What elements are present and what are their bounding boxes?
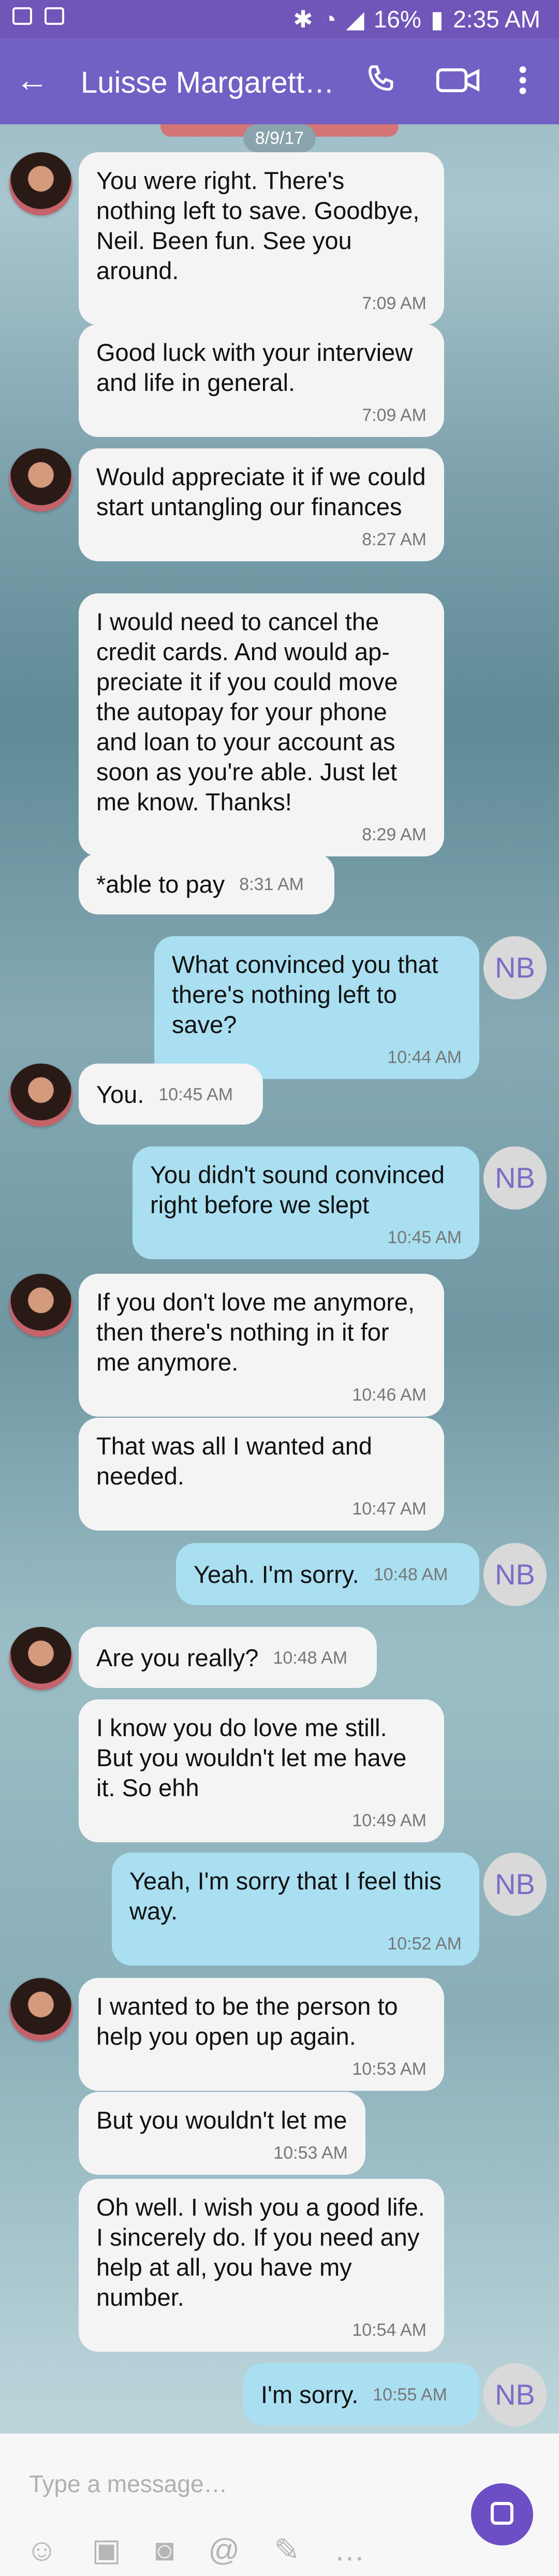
message-time: 7:09 AM <box>362 294 426 313</box>
doodle-icon[interactable]: ✎ <box>274 2532 300 2568</box>
mention-icon[interactable]: @ <box>208 2532 240 2568</box>
message-text: You. <box>96 1081 144 1108</box>
message-text: Yeah. I'm sorry. <box>194 1561 359 1588</box>
camera-icon[interactable]: ◙ <box>155 2532 174 2568</box>
message-text: Would appreciate it if we could start un… <box>96 463 426 520</box>
message-text: I would need to cancel the credit cards.… <box>96 608 398 816</box>
contact-avatar[interactable] <box>9 152 72 215</box>
message-bubble-incoming[interactable]: That was all I wanted and needed. 10:47 … <box>79 1418 444 1531</box>
gallery-notification-icon <box>12 7 32 25</box>
message-input[interactable]: Type a message… <box>29 2470 228 2498</box>
message-time: 10:48 AM <box>373 1565 448 1584</box>
message-time: 10:52 AM <box>387 1934 462 1954</box>
message-bubble-incoming[interactable]: Oh well. I wish you a good life. I since… <box>79 2179 444 2352</box>
bluetooth-icon: ✱ <box>293 6 313 33</box>
app-bar: ← Luisse Margarette… <box>0 38 559 124</box>
date-separator: 8/9/17 <box>160 116 399 152</box>
send-icon[interactable] <box>471 2483 533 2545</box>
message-text: Yeah, I'm sorry that I feel this way. <box>129 1867 442 1925</box>
clock: 2:35 AM <box>453 6 540 33</box>
message-text: You didn't sound convinced right before … <box>150 1161 445 1218</box>
contact-avatar[interactable] <box>9 1064 72 1127</box>
contact-avatar[interactable] <box>9 1274 72 1337</box>
message-bubble-incoming[interactable]: You were right. There's nothing left to … <box>79 152 444 325</box>
message-text: Oh well. I wish you a good life. I since… <box>96 2193 425 2311</box>
video-icon[interactable] <box>435 62 482 98</box>
status-left-icons <box>12 7 64 25</box>
mail-notification-icon <box>45 7 64 25</box>
message-text: But you wouldn't let me <box>96 2106 347 2134</box>
composer-toolbar: ☺ ▣ ◙ @ ✎ … <box>26 2532 365 2568</box>
message-text: *able to pay <box>96 870 225 898</box>
contact-avatar[interactable] <box>9 1627 72 1690</box>
message-time: 10:49 AM <box>352 1811 426 1830</box>
more-icon[interactable]: … <box>334 2532 365 2568</box>
message-time: 7:09 AM <box>362 405 426 425</box>
status-right: ✱ ◔ ◢ 16% ▮ 2:35 AM <box>293 5 540 33</box>
message-time: 10:55 AM <box>373 2385 447 2405</box>
message-text: I'm sorry. <box>261 2381 359 2408</box>
message-bubble-incoming[interactable]: If you don't love me anymore, then there… <box>79 1274 444 1417</box>
back-arrow-icon[interactable]: ← <box>16 63 49 96</box>
self-avatar[interactable]: NB <box>483 1543 547 1606</box>
status-bar: ✱ ◔ ◢ 16% ▮ 2:35 AM <box>0 0 559 38</box>
message-bubble-incoming[interactable]: Are you really? 10:48 AM <box>79 1627 377 1688</box>
message-bubble-incoming[interactable]: *able to pay 8:31 AM <box>79 853 334 914</box>
message-time: 10:48 AM <box>273 1648 348 1668</box>
message-time: 10:45 AM <box>158 1085 233 1104</box>
battery-level: 16% <box>373 6 421 33</box>
message-time: 10:45 AM <box>387 1228 462 1247</box>
message-text: You were right. There's nothing left to … <box>96 167 420 284</box>
message-time: 10:47 AM <box>352 1499 426 1519</box>
message-text: What convinced you that there's nothing … <box>172 951 438 1038</box>
message-time: 8:27 AM <box>362 530 426 549</box>
message-time: 10:54 AM <box>352 2320 426 2340</box>
message-bubble-outgoing[interactable]: Yeah. I'm sorry. 10:48 AM <box>176 1543 479 1605</box>
message-bubble-incoming[interactable]: I know you do love me still. But you wou… <box>79 1699 444 1842</box>
contact-avatar[interactable] <box>9 448 72 512</box>
message-bubble-outgoing[interactable]: I'm sorry. 10:55 AM <box>243 2363 479 2425</box>
message-time: 10:46 AM <box>352 1385 426 1405</box>
message-time: 10:53 AM <box>352 2059 426 2079</box>
wifi-icon: ◔ <box>322 6 337 33</box>
contact-name[interactable]: Luisse Margarette… <box>81 65 350 100</box>
message-text: I know you do love me still. But you wou… <box>96 1714 407 1801</box>
self-avatar[interactable]: NB <box>483 2363 547 2426</box>
composer: Type a message… ☺ ▣ ◙ @ ✎ … <box>0 2434 559 2576</box>
battery-icon: ▮ <box>430 6 444 33</box>
message-time: 10:53 AM <box>273 2143 348 2163</box>
self-avatar[interactable]: NB <box>483 1853 547 1916</box>
message-text: Good luck with your interview and life i… <box>96 339 413 396</box>
message-bubble-incoming[interactable]: Good luck with your interview and life i… <box>79 324 444 437</box>
message-bubble-outgoing[interactable]: Yeah, I'm sorry that I feel this way. 10… <box>112 1853 479 1966</box>
message-text: If you don't love me anymore, then there… <box>96 1288 415 1376</box>
message-bubble-incoming[interactable]: Would appreciate it if we could start un… <box>79 448 444 561</box>
kebab-menu-icon[interactable] <box>512 62 533 98</box>
message-bubble-incoming[interactable]: But you wouldn't let me 10:53 AM <box>79 2092 365 2175</box>
message-text: Are you really? <box>96 1644 259 1671</box>
message-bubble-incoming[interactable]: I would need to cancel the credit cards.… <box>79 593 444 856</box>
message-time: 8:29 AM <box>362 825 426 845</box>
self-avatar[interactable]: NB <box>483 936 547 999</box>
message-bubble-incoming[interactable]: You. 10:45 AM <box>79 1064 263 1125</box>
contact-avatar[interactable] <box>9 1978 72 2041</box>
message-bubble-outgoing[interactable]: You didn't sound convinced right before … <box>133 1146 479 1259</box>
phone-icon[interactable] <box>362 62 399 98</box>
self-avatar[interactable]: NB <box>483 1146 547 1210</box>
sticker-icon[interactable]: ☺ <box>26 2532 57 2568</box>
gallery-icon[interactable]: ▣ <box>92 2532 121 2568</box>
message-bubble-outgoing[interactable]: What convinced you that there's nothing … <box>154 936 479 1079</box>
message-text: That was all I wanted and needed. <box>96 1432 372 1490</box>
message-time: 8:31 AM <box>239 875 304 894</box>
signal-icon: ◢ <box>346 6 364 33</box>
message-bubble-incoming[interactable]: I wanted to be the person to help you op… <box>79 1978 444 2091</box>
message-text: I wanted to be the person to help you op… <box>96 1992 398 2050</box>
